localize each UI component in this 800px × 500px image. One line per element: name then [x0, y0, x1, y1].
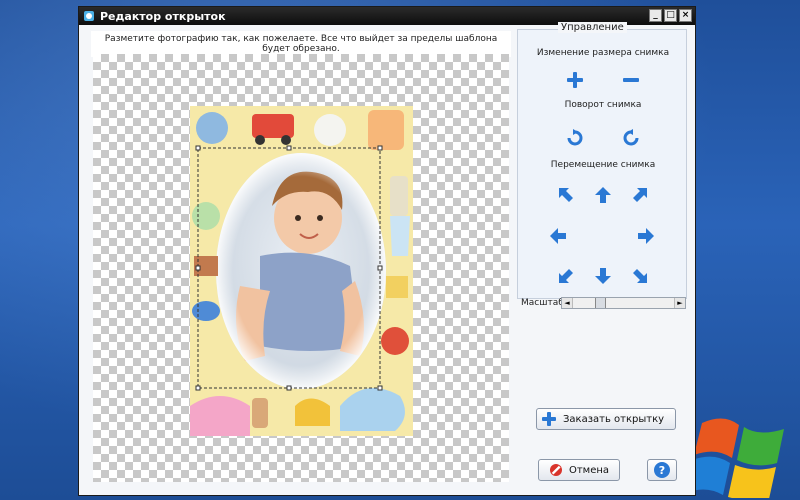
control-panel-title: Управление — [558, 22, 627, 33]
toy-bear — [314, 114, 346, 146]
toy-shoes — [192, 301, 220, 321]
move-down-left-button[interactable] — [556, 266, 576, 286]
scale-slider[interactable]: ◄ ► — [561, 297, 686, 309]
toy-duck — [295, 398, 330, 426]
order-postcard-label: Заказать открытку — [563, 413, 665, 425]
toy-bib — [390, 216, 410, 256]
toy-rattle — [390, 176, 408, 216]
help-icon: ? — [654, 462, 670, 478]
toy-shirt — [368, 110, 404, 150]
move-up-right-button[interactable] — [630, 185, 650, 205]
arrow-down-right-icon — [633, 269, 647, 283]
scale-control: Масштаб ◄ ► — [521, 297, 691, 311]
svg-text:?: ? — [659, 464, 665, 477]
order-postcard-button[interactable]: Заказать открытку — [536, 408, 676, 430]
cancel-button[interactable]: Отмена — [538, 459, 620, 481]
scale-label: Масштаб — [521, 298, 564, 308]
toy-bottle — [252, 398, 268, 428]
minimize-button[interactable]: _ — [649, 9, 662, 22]
postcard-editor-window: Редактор открыток _ □ × Разметите фотогр… — [78, 6, 696, 496]
cancel-icon — [549, 464, 562, 476]
rotate-ccw-icon — [623, 129, 639, 146]
arrow-left-icon — [550, 228, 566, 244]
toy-train — [252, 114, 294, 138]
cancel-label: Отмена — [568, 464, 610, 476]
arrow-up-left-icon — [559, 188, 573, 202]
scale-slider-thumb[interactable] — [595, 298, 606, 308]
toy-cat — [196, 112, 228, 144]
scale-left-arrow-icon[interactable]: ◄ — [562, 298, 573, 308]
rotate-cw-icon — [567, 129, 583, 146]
scale-right-arrow-icon[interactable]: ► — [674, 298, 685, 308]
maximize-button[interactable]: □ — [664, 9, 677, 22]
arrow-up-right-icon — [633, 188, 647, 202]
arrow-down-icon — [595, 268, 611, 284]
close-button[interactable]: × — [679, 9, 692, 22]
toy-ball — [192, 202, 220, 230]
windows-logo-icon — [686, 418, 784, 498]
postcard-template[interactable] — [190, 106, 413, 436]
zoom-in-button[interactable] — [565, 70, 585, 90]
move-down-right-button[interactable] — [630, 266, 650, 286]
move-down-button[interactable] — [593, 266, 613, 286]
control-panel: Управление Изменение размера снимка Пово… — [517, 22, 687, 299]
window-title: Редактор открыток — [100, 9, 226, 23]
plus-icon — [567, 72, 583, 88]
rotate-counterclockwise-button[interactable] — [621, 128, 641, 148]
zoom-out-button[interactable] — [621, 70, 641, 90]
plus-icon — [542, 412, 556, 426]
toy-ball-red — [381, 327, 409, 355]
resize-label: Изменение размера снимка — [536, 48, 670, 58]
move-up-left-button[interactable] — [556, 185, 576, 205]
move-up-button[interactable] — [593, 185, 613, 205]
rotate-clockwise-button[interactable] — [565, 128, 585, 148]
arrow-down-left-icon — [559, 269, 573, 283]
editor-canvas[interactable] — [93, 54, 509, 482]
toy-heart — [190, 396, 250, 436]
move-label: Перемещение снимка — [550, 160, 656, 170]
arrow-up-icon — [595, 187, 611, 203]
toy-block — [386, 276, 408, 298]
move-right-button[interactable] — [636, 226, 656, 246]
help-button[interactable]: ? — [647, 459, 677, 481]
rotate-label: Поворот снимка — [564, 100, 642, 110]
app-icon — [84, 11, 94, 21]
arrow-right-icon — [638, 228, 654, 244]
move-left-button[interactable] — [548, 226, 568, 246]
minus-icon — [623, 78, 639, 82]
